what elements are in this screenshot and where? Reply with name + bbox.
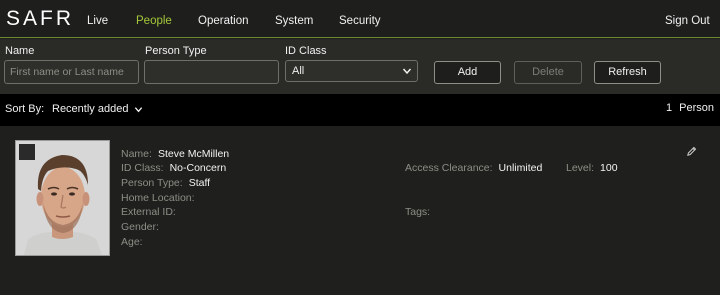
name-field-label: Name:: [121, 148, 152, 160]
age-field: Age:: [121, 236, 149, 248]
person-name-field: Name: Steve McMillen: [121, 148, 229, 160]
id-class-field: ID Class: No-Concern: [121, 162, 226, 174]
filter-bar: Name Person Type ID Class All Add Delete…: [0, 39, 720, 94]
person-name-value: Steve McMillen: [157, 148, 230, 160]
id-class-value: No-Concern: [169, 162, 227, 174]
tags-label: Tags:: [405, 206, 431, 218]
access-clearance-field: Access Clearance: Unlimited: [405, 162, 542, 174]
sign-out-link[interactable]: Sign Out: [665, 15, 710, 27]
pencil-edit-icon[interactable]: [686, 146, 697, 157]
external-id-label: External ID:: [121, 206, 176, 218]
top-nav-bar: SAFR Live People Operation System Securi…: [0, 0, 720, 38]
gender-field: Gender:: [121, 221, 165, 233]
person-photo[interactable]: [15, 140, 110, 256]
nav-operation[interactable]: Operation: [198, 15, 249, 27]
sort-bar: Sort By: Recently added 1 Person: [0, 94, 720, 126]
sort-by-label: Sort By:: [5, 103, 45, 115]
chevron-down-icon[interactable]: [134, 105, 143, 114]
result-count-unit: Person: [679, 102, 714, 114]
id-class-field-label: ID Class:: [121, 162, 164, 174]
external-id-field: External ID:: [121, 206, 182, 218]
name-label: Name: [5, 45, 35, 57]
home-location-label: Home Location:: [121, 192, 195, 204]
person-type-input[interactable]: [144, 60, 279, 84]
sort-by-dropdown[interactable]: Recently added: [52, 103, 128, 115]
access-clearance-label: Access Clearance:: [405, 162, 493, 174]
age-label: Age:: [121, 236, 143, 248]
add-button[interactable]: Add: [434, 61, 501, 84]
result-count-value: 1: [665, 102, 673, 114]
nav-people[interactable]: People: [136, 15, 172, 27]
level-value: 100: [600, 162, 618, 174]
name-search-input[interactable]: [4, 60, 139, 84]
nav-live[interactable]: Live: [87, 15, 108, 27]
access-clearance-value: Unlimited: [498, 162, 543, 174]
chevron-down-icon: [402, 68, 412, 75]
nav-security[interactable]: Security: [339, 15, 381, 27]
person-type-label: Person Type: [145, 45, 207, 57]
id-class-label: ID Class: [285, 45, 327, 57]
person-type-field: Person Type: Staff: [121, 177, 210, 189]
select-checkbox[interactable]: [19, 144, 35, 160]
gender-label: Gender:: [121, 221, 159, 233]
person-type-value: Staff: [188, 177, 211, 189]
tags-field: Tags:: [405, 206, 436, 218]
logo-text: SAFR: [6, 7, 74, 30]
refresh-button[interactable]: Refresh: [594, 61, 661, 84]
result-count: 1 Person: [662, 102, 714, 114]
level-field: Level: 100: [566, 162, 618, 174]
level-label: Level:: [566, 162, 595, 174]
nav-system[interactable]: System: [275, 15, 313, 27]
home-location-field: Home Location:: [121, 192, 201, 204]
person-type-field-label: Person Type:: [121, 177, 183, 189]
delete-button[interactable]: Delete: [514, 61, 582, 84]
id-class-selected-value: All: [292, 65, 305, 77]
id-class-select[interactable]: All: [285, 60, 418, 82]
safr-logo[interactable]: SAFR: [6, 5, 74, 31]
person-card[interactable]: Name: Steve McMillen ID Class: No-Concern …: [0, 126, 720, 295]
